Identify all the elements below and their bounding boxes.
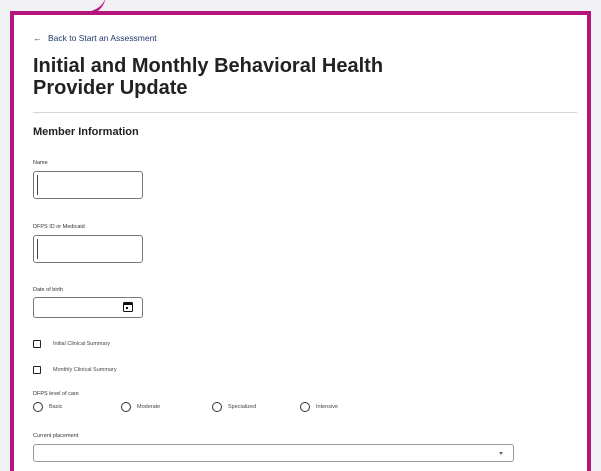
dob-date-input[interactable] xyxy=(33,297,143,318)
back-to-start-link[interactable]: ← Back to Start an Assessment xyxy=(33,33,157,43)
radio-specialized[interactable] xyxy=(212,402,222,412)
radio-label-intensive: Intensive xyxy=(316,404,339,410)
title-divider xyxy=(33,112,577,113)
back-link-label: Back to Start an Assessment xyxy=(48,33,157,43)
radio-moderate[interactable] xyxy=(121,402,131,412)
monthly-clinical-summary-checkbox[interactable] xyxy=(33,366,41,374)
dob-label: Date of birth xyxy=(33,287,63,293)
dfps-id-input[interactable] xyxy=(33,235,143,263)
name-label: Name xyxy=(33,160,48,166)
dfps-id-label: DFPS ID or Medicaid xyxy=(33,224,85,230)
calendar-icon[interactable] xyxy=(123,302,133,312)
radio-intensive[interactable] xyxy=(300,402,310,412)
radio-label-moderate: Moderate xyxy=(137,404,161,410)
level-of-care-label: DFPS level of care xyxy=(33,391,79,397)
chevron-down-icon xyxy=(499,452,503,455)
text-cursor xyxy=(37,175,38,195)
radio-label-basic: Basic xyxy=(49,404,63,410)
radio-label-specialized: Specialized xyxy=(228,404,257,410)
page-title: Initial and Monthly Behavioral Health Pr… xyxy=(33,55,384,99)
assessment-form-panel: ← Back to Start an Assessment Initial and… xyxy=(10,11,591,471)
monthly-clinical-summary-label: Monthly Clinical Summary xyxy=(53,367,117,373)
arrow-left-icon: ← xyxy=(33,33,42,43)
initial-clinical-summary-checkbox[interactable] xyxy=(33,340,41,348)
radio-basic[interactable] xyxy=(33,402,43,412)
current-placement-select[interactable] xyxy=(33,444,514,462)
name-input[interactable] xyxy=(33,171,143,199)
initial-clinical-summary-label: Initial Clinical Summary xyxy=(53,341,111,347)
section-title-member-information: Member Information xyxy=(33,126,139,138)
current-placement-label: Current placement xyxy=(33,433,79,439)
text-cursor xyxy=(37,239,38,259)
